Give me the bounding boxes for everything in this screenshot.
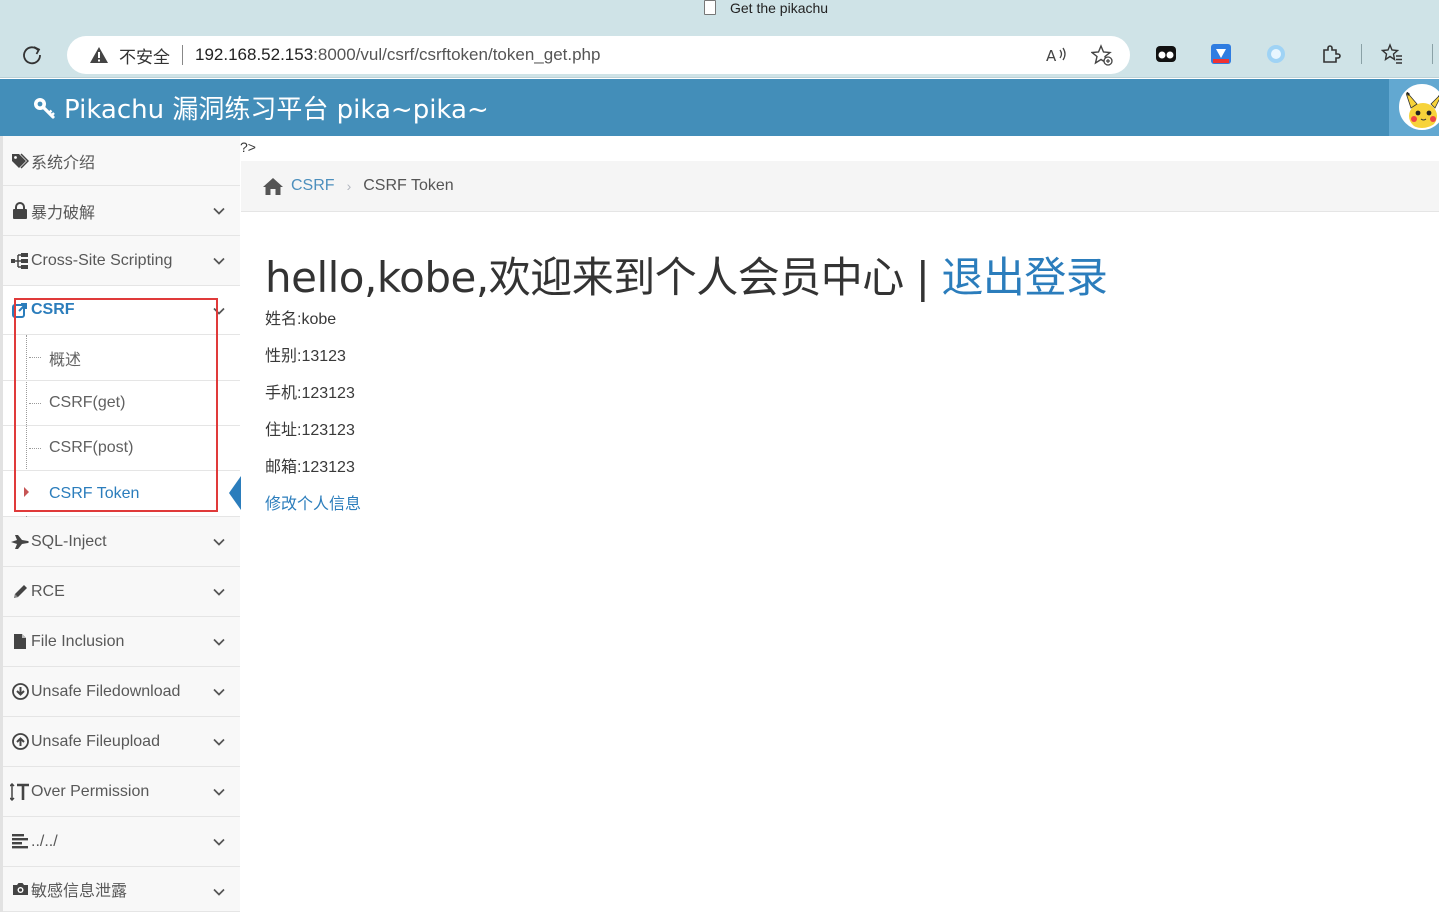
translate-icon: [1211, 44, 1231, 64]
download-icon: [9, 683, 31, 700]
toolbar-edge: [1432, 44, 1433, 64]
star-add-icon: [1091, 44, 1113, 66]
app-header: Pikachu 漏洞练习平台 pika~pika~: [0, 79, 1439, 136]
avatar[interactable]: [1399, 84, 1439, 130]
active-item-pointer: [229, 476, 241, 510]
glasses-icon: [1156, 46, 1176, 62]
logout-link[interactable]: 退出登录: [941, 253, 1108, 302]
address-divider: [182, 45, 183, 65]
tags-icon: [9, 152, 31, 169]
toolbar-divider: [1361, 44, 1362, 64]
sitemap-icon: [9, 252, 31, 269]
read-aloud-icon: A: [1046, 47, 1066, 64]
sidebar-item-csrf[interactable]: CSRF: [3, 286, 240, 335]
sidebar-item-filedownload[interactable]: Unsafe Filedownload: [3, 667, 240, 717]
info-email: 邮箱:123123: [265, 459, 355, 476]
caret-right-icon: [24, 487, 29, 497]
key-icon: [32, 96, 56, 120]
document-icon: [704, 0, 716, 15]
edit-profile-link[interactable]: 修改个人信息: [265, 490, 361, 514]
chevron-down-icon: [213, 688, 225, 696]
submenu-item-csrf-get[interactable]: CSRF(get): [3, 380, 240, 425]
submenu-item-csrf-post[interactable]: CSRF(post): [3, 425, 240, 470]
circle-extension-icon: [1267, 45, 1285, 63]
breadcrumb-separator-icon: ›: [346, 178, 352, 194]
reload-button[interactable]: [17, 40, 47, 70]
sidebar-item-over-permission[interactable]: Over Permission: [3, 767, 240, 817]
info-gender: 性别:13123: [265, 348, 346, 365]
user-menu[interactable]: [1389, 79, 1439, 136]
read-aloud-button[interactable]: A: [1042, 36, 1072, 74]
sidebar-item-file-inclusion[interactable]: File Inclusion: [3, 617, 240, 667]
browser-tab[interactable]: Get the pikachu: [704, 0, 828, 16]
svg-text:A: A: [1046, 47, 1057, 64]
chevron-down-icon: [213, 538, 225, 546]
favorites-button[interactable]: [1380, 42, 1404, 66]
chevron-down-icon: [213, 838, 225, 846]
security-status[interactable]: 不安全: [119, 43, 170, 68]
brand[interactable]: Pikachu 漏洞练习平台 pika~pika~: [32, 79, 489, 136]
sidebar-item-xss[interactable]: Cross-Site Scripting: [3, 236, 240, 286]
submenu-item-overview[interactable]: 概述: [3, 335, 240, 380]
info-name: 姓名:kobe: [265, 311, 337, 328]
url-text[interactable]: 192.168.52.153:8000/vul/csrf/csrftoken/t…: [195, 45, 600, 65]
pencil-icon: [9, 584, 31, 600]
breadcrumb-current: CSRF Token: [363, 177, 454, 194]
csrf-submenu: 概述 CSRF(get) CSRF(post) CSRF Token: [3, 335, 240, 517]
sidebar-item-sqli[interactable]: SQL-Inject: [3, 517, 240, 567]
page-heading: hello,kobe,欢迎来到个人会员中心 | 退出登录: [265, 244, 1108, 305]
extension-glasses-button[interactable]: [1154, 42, 1178, 66]
sidebar-item-dir-traversal[interactable]: ../../: [3, 817, 240, 867]
stray-php-text: ?>: [240, 139, 256, 155]
align-left-icon: [9, 834, 31, 849]
chevron-down-icon: [213, 257, 225, 265]
chevron-down-icon: [213, 888, 225, 896]
text-height-icon: [9, 782, 31, 801]
breadcrumb-link-csrf[interactable]: CSRF: [291, 177, 335, 195]
greeting-text: hello,kobe,欢迎来到个人会员中心: [265, 253, 904, 302]
upload-icon: [9, 733, 31, 750]
lock-icon: [9, 202, 31, 219]
info-address: 住址:123123: [265, 422, 355, 439]
sidebar-item-info-leak[interactable]: 敏感信息泄露: [3, 867, 240, 912]
sidebar-item-rce[interactable]: RCE: [3, 567, 240, 617]
chevron-down-icon: [213, 738, 225, 746]
extension-translate-button[interactable]: [1209, 42, 1233, 66]
tab-title: Get the pikachu: [730, 0, 829, 16]
extensions-button[interactable]: [1319, 42, 1343, 66]
address-bar[interactable]: 不安全 192.168.52.153:8000/vul/csrf/csrftok…: [67, 36, 1130, 74]
chevron-down-icon: [213, 788, 225, 796]
favorites-list-icon: [1381, 43, 1402, 64]
fighter-jet-icon: [9, 534, 31, 549]
home-icon[interactable]: [262, 176, 284, 196]
extension-circle-button[interactable]: [1264, 42, 1288, 66]
reload-icon: [23, 46, 41, 65]
sidebar-item-intro[interactable]: 系统介绍: [3, 136, 240, 186]
browser-titlebar: Get the pikachu: [0, 0, 1439, 30]
puzzle-icon: [1323, 45, 1341, 63]
chevron-down-icon: [213, 307, 225, 315]
breadcrumb: CSRF › CSRF Token: [241, 161, 1439, 212]
brand-title: Pikachu 漏洞练习平台 pika~pika~: [64, 95, 489, 125]
sidebar: 系统介绍 暴力破解 Cross-Site Scripting CSRF 概述 C…: [0, 136, 240, 912]
heading-separator: |: [915, 253, 930, 302]
chevron-down-icon: [213, 588, 225, 596]
chevron-down-icon: [213, 207, 225, 215]
sidebar-item-bruteforce[interactable]: 暴力破解: [3, 186, 240, 236]
favorite-button[interactable]: [1087, 36, 1117, 74]
warning-icon: [89, 46, 109, 64]
file-icon: [9, 633, 31, 650]
chevron-down-icon: [213, 638, 225, 646]
camera-icon: [9, 882, 31, 896]
submenu-item-csrf-token[interactable]: CSRF Token: [3, 470, 240, 516]
info-phone: 手机:123123: [265, 385, 355, 402]
sidebar-item-fileupload[interactable]: Unsafe Fileupload: [3, 717, 240, 767]
share-icon: [9, 302, 31, 318]
